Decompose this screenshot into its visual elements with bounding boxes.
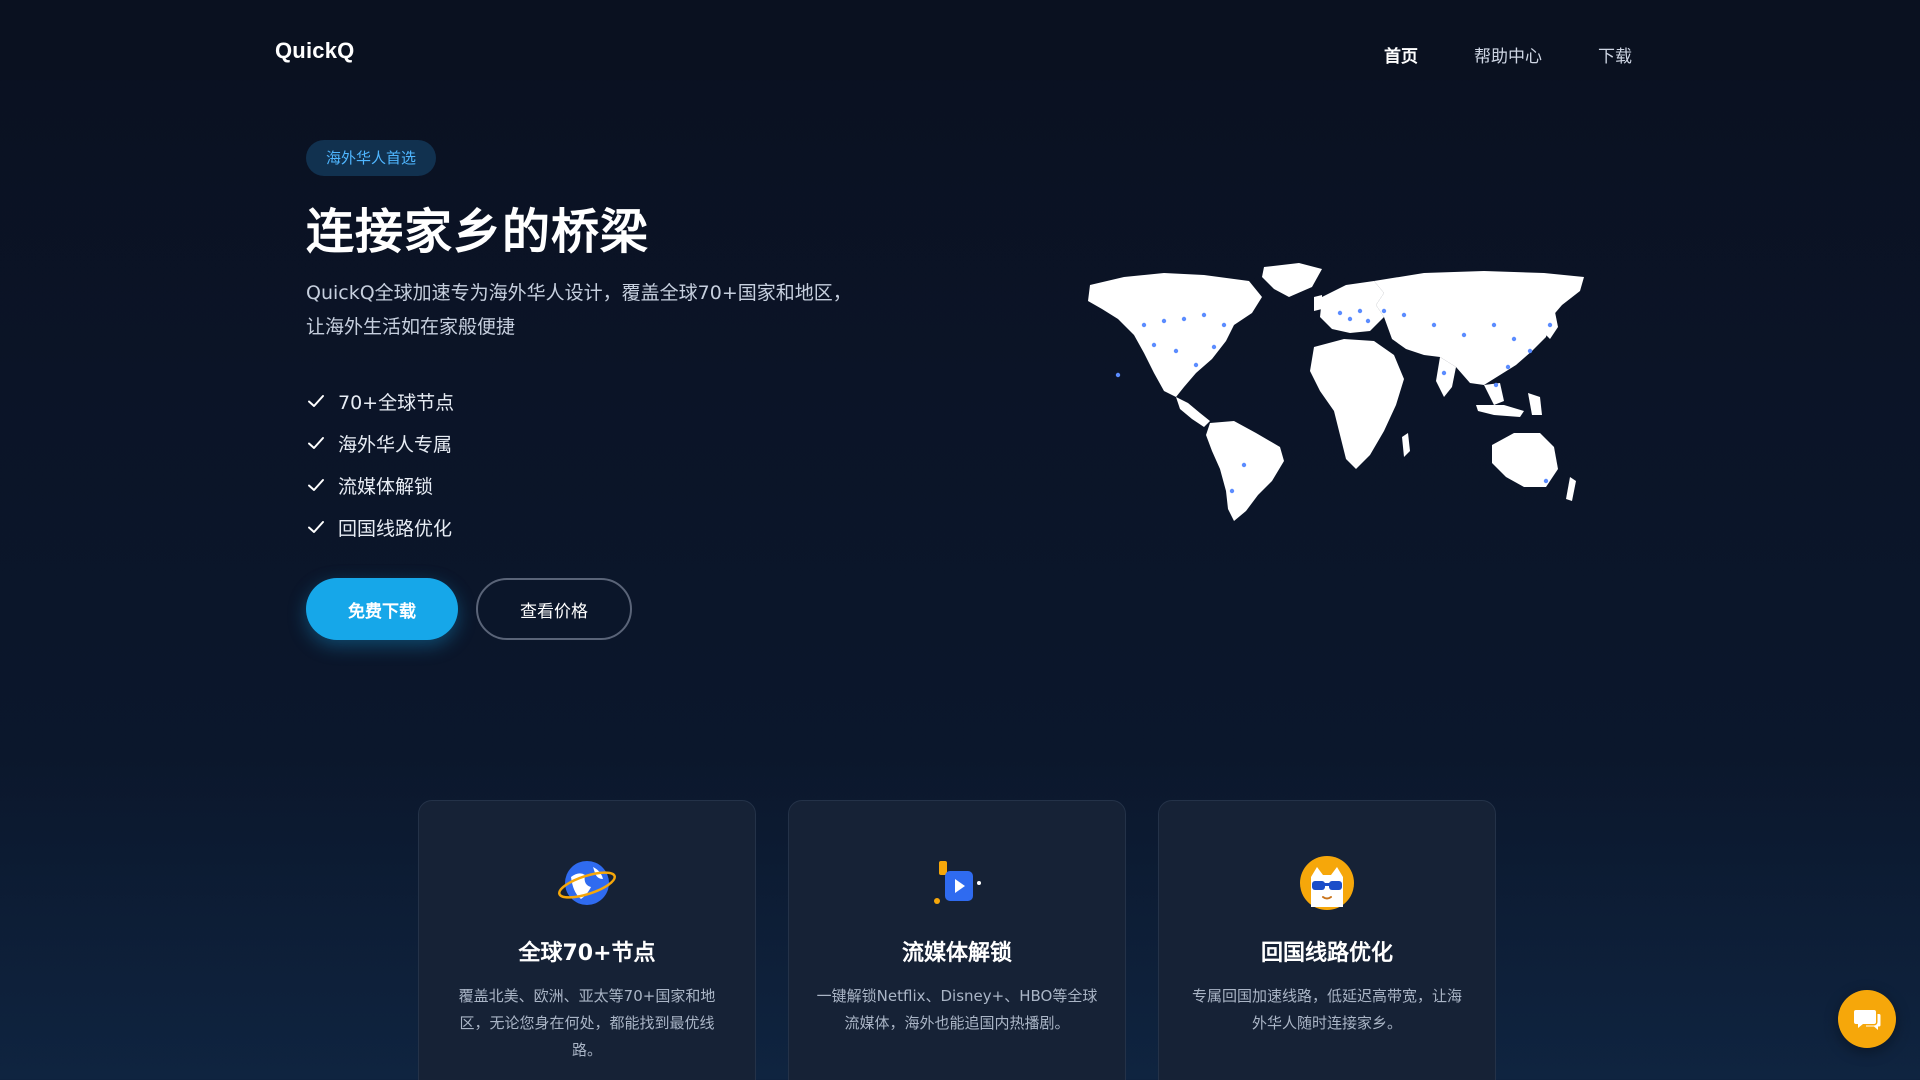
card-streaming-unlock: 流媒体解锁 一键解锁Netflix、Disney+、HBO等全球流媒体，海外也能… (788, 800, 1126, 1080)
nav-item-download[interactable]: 下载 (1598, 42, 1632, 67)
hero-description: QuickQ全球加速专为海外华人设计，覆盖全球70+国家和地区， 让海外生活如在… (306, 276, 906, 344)
check-icon (308, 437, 324, 449)
feature-item: 流媒体解锁 (306, 464, 454, 506)
feature-item-label: 70+全球节点 (338, 391, 455, 414)
feature-item-label: 流媒体解锁 (338, 475, 434, 498)
hero-title: 连接家乡的桥梁 (306, 204, 650, 260)
main-nav: 首页 帮助中心 下载 (1384, 42, 1632, 67)
free-download-button[interactable]: 免费下载 (306, 578, 458, 640)
globe-orbit-icon (558, 861, 616, 905)
feature-item: 70+全球节点 (306, 380, 454, 422)
feature-cards: 全球70+节点 覆盖北美、欧洲、亚太等70+国家和地区，无论您身在何处，都能找到… (418, 800, 1496, 1080)
feature-item-label: 回国线路优化 (338, 517, 453, 540)
card-description: 专属回国加速线路，低延迟高带宽，让海外华人随时连接家乡。 (1191, 987, 1462, 1032)
top-header: QuickQ 首页 帮助中心 下载 (0, 0, 1920, 80)
view-pricing-button[interactable]: 查看价格 (476, 578, 632, 640)
chat-support-button[interactable] (1838, 990, 1896, 1048)
world-map-illustration (1088, 263, 1584, 521)
card-description: 一键解锁Netflix、Disney+、HBO等全球流媒体，海外也能追国内热播剧… (816, 987, 1098, 1032)
card-description: 覆盖北美、欧洲、亚太等70+国家和地区，无论您身在何处，都能找到最优线路。 (458, 987, 716, 1059)
check-icon (308, 521, 324, 533)
site-logo[interactable]: QuickQ (275, 38, 354, 64)
feature-item-label: 海外华人专属 (338, 433, 453, 456)
hero-description-line-1: QuickQ全球加速专为海外华人设计，覆盖全球70+国家和地区， (306, 282, 852, 304)
nav-item-home[interactable]: 首页 (1384, 42, 1418, 67)
card-title: 回国线路优化 (1260, 941, 1393, 966)
hero-badge: 海外华人首选 (306, 140, 437, 176)
cat-sunglasses-icon (1300, 856, 1354, 910)
check-icon (308, 395, 324, 407)
feature-item: 海外华人专属 (306, 422, 454, 464)
feature-item: 回国线路优化 (306, 506, 454, 548)
card-global-nodes: 全球70+节点 覆盖北美、欧洲、亚太等70+国家和地区，无论您身在何处，都能找到… (418, 800, 756, 1080)
hero-description-line-2: 让海外生活如在家般便捷 (306, 316, 516, 338)
video-play-icon (934, 861, 981, 904)
nav-item-help-center[interactable]: 帮助中心 (1474, 42, 1542, 67)
check-icon (308, 479, 324, 491)
card-china-route: 回国线路优化 专属回国加速线路，低延迟高带宽，让海外华人随时连接家乡。 (1158, 800, 1496, 1080)
card-title: 流媒体解锁 (901, 941, 1012, 966)
chat-bubble-icon (1854, 1010, 1881, 1030)
card-title: 全球70+节点 (518, 941, 656, 966)
feature-list: 70+全球节点 海外华人专属 流媒体解锁 回国线路优化 (306, 380, 454, 548)
